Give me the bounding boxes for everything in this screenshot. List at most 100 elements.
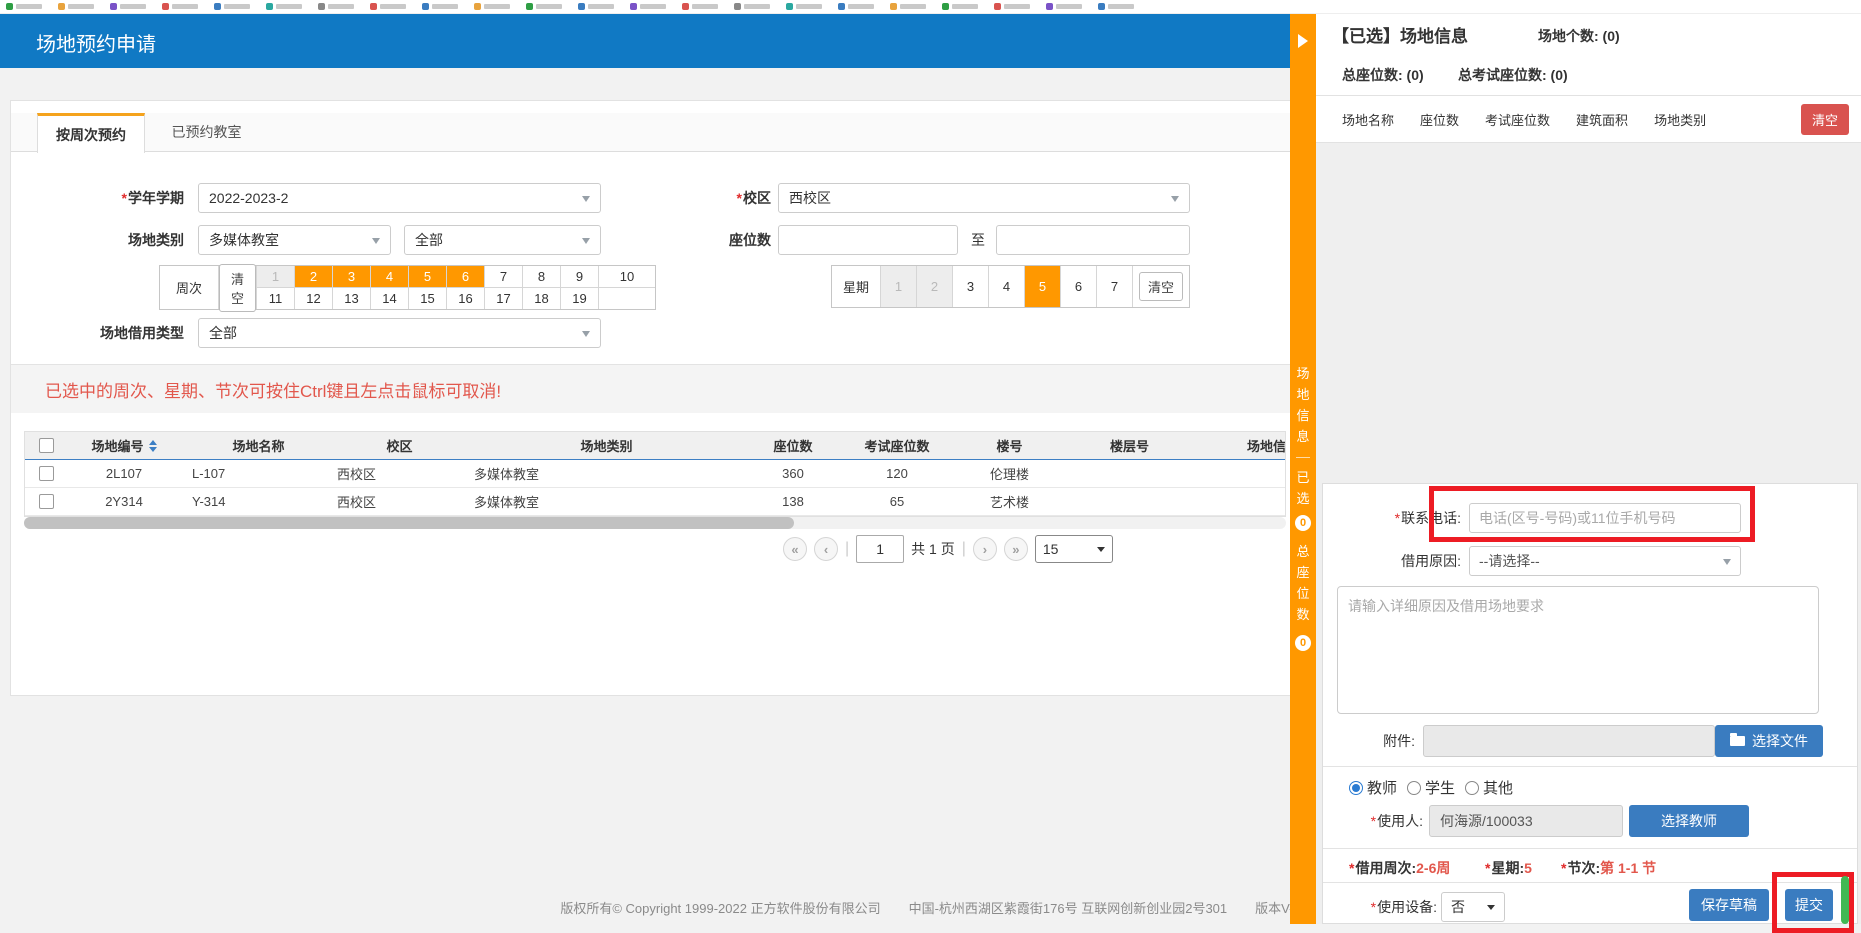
prev-page-button[interactable]: ‹ — [814, 537, 838, 561]
week-cell[interactable]: 14 — [371, 288, 408, 309]
week-cell[interactable]: 9 — [561, 266, 598, 287]
weekday-clear-button[interactable]: 清空 — [1139, 272, 1183, 301]
week-cell[interactable]: 11 — [257, 288, 294, 309]
week-clear-button[interactable]: 清空 — [219, 264, 256, 312]
week-cell[interactable]: 10 — [599, 266, 655, 287]
select-all-checkbox[interactable] — [39, 438, 54, 453]
next-page-button[interactable]: › — [973, 537, 997, 561]
bookmark-item[interactable] — [318, 3, 354, 10]
radio-icon[interactable] — [1465, 781, 1479, 795]
week-cell[interactable]: 13 — [333, 288, 370, 309]
column-header[interactable]: 场地编号 — [68, 432, 180, 459]
bookmark-item[interactable] — [630, 3, 666, 10]
bookmark-item[interactable] — [942, 3, 978, 10]
bookmark-item[interactable] — [370, 3, 406, 10]
week-cell[interactable]: 19 — [561, 288, 598, 309]
tab-reserved-rooms[interactable]: 已预约教室 — [149, 113, 264, 150]
user-type-radio-option[interactable]: 其他 — [1465, 777, 1523, 798]
table-row[interactable]: 2Y314Y-314西校区多媒体教室13865艺术楼 — [25, 488, 1286, 516]
table-cell: 多媒体教室 — [462, 488, 739, 516]
favicon-icon — [578, 3, 585, 10]
bookmark-item[interactable] — [578, 3, 614, 10]
first-page-button[interactable]: « — [783, 537, 807, 561]
bookmark-item[interactable] — [526, 3, 562, 10]
weekday-cell[interactable]: 6 — [1061, 266, 1096, 307]
save-draft-button[interactable]: 保存草稿 — [1689, 889, 1769, 921]
bookmark-item[interactable] — [266, 3, 302, 10]
bookmark-item[interactable] — [214, 3, 250, 10]
horizontal-scrollbar[interactable] — [24, 517, 1286, 529]
user-type-radio-option[interactable]: 学生 — [1407, 777, 1465, 798]
weekday-cell[interactable]: 5 — [1025, 266, 1060, 307]
table-row[interactable]: 2L107L-107西校区多媒体教室360120伦理楼 — [25, 460, 1286, 488]
bookmark-item[interactable] — [58, 3, 94, 10]
device-select[interactable]: 否 — [1441, 892, 1505, 922]
last-page-button[interactable]: » — [1004, 537, 1028, 561]
scrollbar-thumb[interactable] — [24, 517, 794, 529]
collapse-arrow-icon[interactable] — [1290, 13, 1316, 68]
scrollbar-green-thumb[interactable] — [1841, 876, 1849, 924]
week-cell[interactable]: 4 — [371, 266, 408, 287]
week-cell[interactable]: 2 — [295, 266, 332, 287]
week-cell[interactable]: 18 — [523, 288, 560, 309]
bookmark-item[interactable] — [474, 3, 510, 10]
table-cell: 伦理楼 — [947, 460, 1072, 488]
semester-select[interactable]: 2022-2023-2 — [198, 183, 601, 213]
bookmark-item[interactable] — [110, 3, 146, 10]
campus-value: 西校区 — [789, 188, 831, 208]
radio-icon[interactable] — [1407, 781, 1421, 795]
bookmark-item[interactable] — [734, 3, 770, 10]
bookmark-item[interactable] — [162, 3, 198, 10]
page-size-select[interactable]: 15 — [1035, 535, 1113, 563]
bookmark-item[interactable] — [1046, 3, 1082, 10]
week-cell[interactable]: 17 — [485, 288, 522, 309]
campus-select[interactable]: 西校区 — [778, 183, 1190, 213]
detail-reason-textarea[interactable] — [1337, 586, 1819, 714]
weekday-cell[interactable]: 3 — [953, 266, 988, 307]
bookmark-item[interactable] — [6, 3, 42, 10]
device-label: *使用设备: — [1337, 892, 1437, 922]
sort-icon[interactable] — [149, 440, 157, 452]
bookmark-item[interactable] — [786, 3, 822, 10]
bookmark-item[interactable] — [682, 3, 718, 10]
week-cell[interactable]: 5 — [409, 266, 446, 287]
choose-teacher-button[interactable]: 选择教师 — [1629, 805, 1749, 837]
seats-min-input[interactable] — [778, 225, 958, 255]
reason-label: 借用原因: — [1343, 546, 1461, 576]
row-checkbox[interactable] — [39, 466, 54, 481]
week-cell[interactable]: 15 — [409, 288, 446, 309]
user-type-radio-selected[interactable]: 教师 — [1349, 777, 1407, 798]
chevron-down-icon — [582, 196, 590, 206]
row-checkbox[interactable] — [39, 494, 54, 509]
bookmark-item[interactable] — [890, 3, 926, 10]
bookmark-item[interactable] — [838, 3, 874, 10]
weekday-cell[interactable]: 7 — [1097, 266, 1132, 307]
category-select-2[interactable]: 全部 — [404, 225, 601, 255]
seats-max-input[interactable] — [996, 225, 1190, 255]
user-input[interactable]: 何海源/100033 — [1429, 805, 1623, 837]
week-cell[interactable]: 12 — [295, 288, 332, 309]
favicon-icon — [942, 3, 949, 10]
week-cell[interactable]: 8 — [523, 266, 560, 287]
table-cell: 138 — [739, 488, 847, 516]
attachment-input[interactable] — [1423, 725, 1715, 757]
borrow-type-select[interactable]: 全部 — [198, 318, 601, 348]
category-select-1[interactable]: 多媒体教室 — [198, 225, 391, 255]
week-cell[interactable]: 16 — [447, 288, 484, 309]
week-cell[interactable]: 7 — [485, 266, 522, 287]
week-cell[interactable]: 6 — [447, 266, 484, 287]
bookmark-item[interactable] — [994, 3, 1030, 10]
week-cell[interactable]: 3 — [333, 266, 370, 287]
submit-button[interactable]: 提交 — [1785, 889, 1833, 921]
reason-select[interactable]: --请选择-- — [1469, 546, 1741, 576]
page-number-input[interactable] — [856, 535, 904, 563]
panel-clear-button[interactable]: 清空 — [1801, 104, 1849, 135]
phone-input[interactable] — [1469, 503, 1741, 533]
bookmark-item[interactable] — [1098, 3, 1134, 10]
choose-file-button[interactable]: 选择文件 — [1715, 725, 1823, 757]
bookmark-item[interactable] — [422, 3, 458, 10]
tab-week-reserve[interactable]: 按周次预约 — [37, 113, 145, 153]
radio-icon[interactable] — [1349, 781, 1363, 795]
side-strip[interactable]: 场 地 信 息 已 选 0 总 座 位 数 0 — [1290, 13, 1316, 924]
weekday-cell[interactable]: 4 — [989, 266, 1024, 307]
